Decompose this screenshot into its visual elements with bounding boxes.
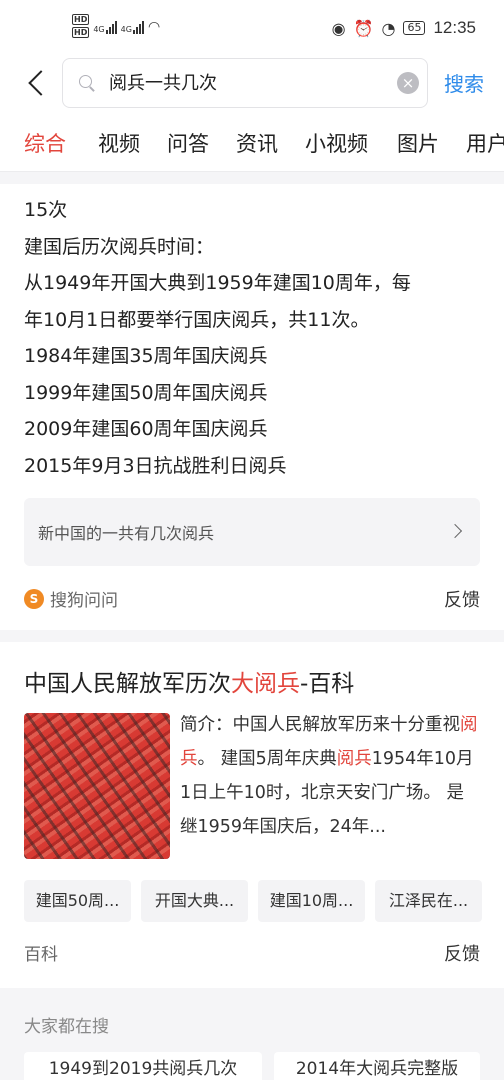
tab-video[interactable]: 视频 bbox=[98, 128, 140, 158]
related-question-text: 新中国的一共有几次阅兵 bbox=[38, 524, 215, 543]
answer-line: 1984年建国35周年国庆阅兵 bbox=[24, 345, 268, 367]
search-header: × 搜索 bbox=[0, 56, 504, 120]
search-button[interactable]: 搜索 bbox=[444, 68, 484, 97]
snippet-highlight: 阅兵 bbox=[336, 749, 372, 769]
baike-chip[interactable]: 江泽民在... bbox=[375, 880, 482, 922]
baike-title-highlight: 大阅兵 bbox=[231, 671, 300, 697]
baike-title-link[interactable]: 中国人民解放军历次大阅兵-百科 bbox=[24, 664, 354, 698]
signal-2-icon: 4G bbox=[121, 20, 144, 34]
hd-label-1: HD bbox=[72, 14, 90, 25]
tab-all[interactable]: 综合 bbox=[24, 128, 66, 158]
answer-text: 15次 建国后历次阅兵时间： 从1949年开国大典到1959年建国10周年，每 … bbox=[24, 192, 484, 484]
snippet-text: 简介：中国人民解放军历来十分重视 bbox=[180, 715, 460, 735]
related-question-link[interactable]: 新中国的一共有几次阅兵 bbox=[24, 498, 480, 566]
baike-chip[interactable]: 建国50周... bbox=[24, 880, 131, 922]
feedback-button[interactable]: 反馈 bbox=[444, 940, 480, 966]
speed-icon: ◔ bbox=[381, 18, 396, 38]
battery-icon: 65 bbox=[403, 21, 426, 35]
snippet-text: 。 建国5周年庆典 bbox=[197, 749, 337, 769]
search-input[interactable] bbox=[109, 71, 389, 92]
signal-1-icon: 4G bbox=[93, 20, 117, 34]
baike-chips: 建国50周... 开国大典... 建国10周... 江泽民在... bbox=[24, 880, 482, 922]
eye-icon: ◉ bbox=[331, 18, 346, 38]
answer-source[interactable]: S 搜狗问问 bbox=[24, 586, 118, 611]
tab-news[interactable]: 资讯 bbox=[236, 128, 278, 158]
answer-line: 15次 bbox=[24, 199, 68, 221]
chevron-right-icon bbox=[447, 523, 463, 539]
parade-thumbnail-image[interactable] bbox=[24, 713, 170, 859]
wifi-icon: ◠ bbox=[147, 19, 161, 35]
hot-search-item[interactable]: 1949到2019共阅兵几次 bbox=[24, 1052, 262, 1080]
sogou-logo-icon: S bbox=[24, 588, 44, 609]
answer-source-label: 搜狗问问 bbox=[50, 591, 118, 611]
back-arrow-icon[interactable] bbox=[26, 68, 48, 98]
hot-searches: 大家都在搜 1949到2019共阅兵几次 2014年大阅兵完整版 bbox=[0, 1000, 504, 1080]
baike-chip[interactable]: 建国10周... bbox=[258, 880, 365, 922]
answer-line: 年10月1日都要举行国庆阅兵，共11次。 bbox=[24, 308, 370, 331]
search-box[interactable]: × bbox=[62, 58, 428, 108]
tab-users[interactable]: 用户 bbox=[466, 128, 504, 158]
baike-card: 中国人民解放军历次大阅兵-百科 简介：中国人民解放军历来十分重视阅兵。 建国5周… bbox=[0, 642, 504, 988]
alarm-icon: ⏰ bbox=[353, 18, 374, 38]
baike-title-suffix: -百科 bbox=[300, 671, 355, 697]
status-right: ◉ ⏰ ◔ 65 12:35 bbox=[332, 18, 476, 38]
status-left: HD HD 4G 4G ◠ bbox=[72, 14, 160, 40]
answer-line: 1999年建国50周年国庆阅兵 bbox=[24, 381, 268, 404]
feedback-button[interactable]: 反馈 bbox=[444, 586, 480, 612]
category-tabs: 综合 视频 问答 资讯 小视频 图片 用户 bbox=[0, 120, 504, 172]
search-icon bbox=[79, 75, 95, 91]
answer-line: 从1949年开国大典到1959年建国10周年，每 bbox=[24, 272, 411, 294]
tab-images[interactable]: 图片 bbox=[397, 128, 439, 158]
hot-searches-title: 大家都在搜 bbox=[24, 1017, 109, 1037]
hd-indicator: HD HD bbox=[72, 14, 90, 40]
baike-title-prefix: 中国人民解放军历次 bbox=[24, 671, 231, 697]
clock: 12:35 bbox=[433, 18, 476, 37]
tab-short-video[interactable]: 小视频 bbox=[305, 128, 368, 158]
status-bar: HD HD 4G 4G ◠ ◉ ⏰ ◔ 65 12:35 bbox=[0, 0, 504, 56]
net-label-1: 4G bbox=[93, 25, 105, 34]
answer-card: 15次 建国后历次阅兵时间： 从1949年开国大典到1959年建国10周年，每 … bbox=[0, 184, 504, 630]
baike-chip[interactable]: 开国大典... bbox=[141, 880, 248, 922]
baike-source-label: 百科 bbox=[24, 945, 58, 965]
clear-icon[interactable]: × bbox=[397, 72, 419, 94]
answer-line: 2009年建国60周年国庆阅兵 bbox=[24, 418, 268, 440]
answer-line: 建国后历次阅兵时间： bbox=[24, 235, 215, 258]
answer-line: 2015年9月3日抗战胜利日阅兵 bbox=[24, 454, 287, 477]
hot-search-item[interactable]: 2014年大阅兵完整版 bbox=[274, 1052, 480, 1080]
baike-snippet: 简介：中国人民解放军历来十分重视阅兵。 建国5周年庆典阅兵1954年10月1日上… bbox=[180, 708, 478, 844]
hd-label-2: HD bbox=[72, 27, 90, 38]
tab-qa[interactable]: 问答 bbox=[167, 128, 209, 158]
net-label-2: 4G bbox=[120, 25, 132, 34]
